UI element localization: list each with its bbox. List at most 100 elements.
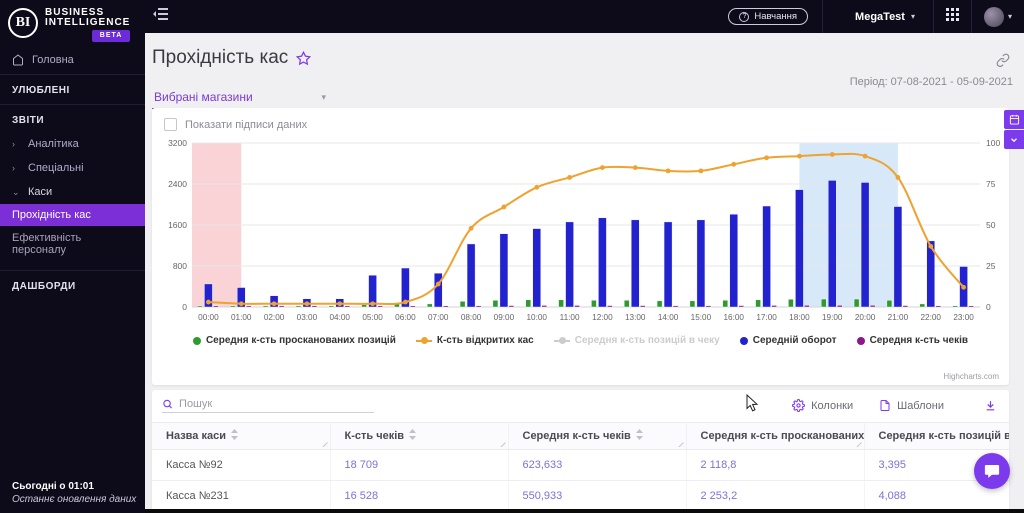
logo[interactable]: BI BUSINESS INTELLIGENCE BETA bbox=[0, 0, 145, 42]
sidebar-section-dashboards: ДАШБОРДИ bbox=[12, 281, 76, 292]
divider bbox=[0, 104, 145, 105]
download-button[interactable] bbox=[984, 399, 997, 412]
cell-receipts-count[interactable]: 16 528 bbox=[330, 480, 509, 512]
home-icon bbox=[13, 54, 23, 66]
chart-legend: Середня к-сть просканованих позицій К-ст… bbox=[152, 335, 1009, 346]
svg-text:10:00: 10:00 bbox=[527, 313, 548, 322]
sort-icon[interactable] bbox=[635, 429, 643, 443]
divider bbox=[970, 0, 972, 33]
legend-item-average-receipts[interactable]: Середня к-сть чеків bbox=[856, 335, 968, 346]
legend-item-scanned-positions[interactable]: Середня к-сть просканованих позицій bbox=[192, 335, 396, 346]
svg-text:1600: 1600 bbox=[168, 220, 187, 230]
chat-widget-button[interactable] bbox=[974, 453, 1010, 489]
favorite-star-icon[interactable] bbox=[296, 50, 312, 66]
sidebar-item-cash-traffic-active[interactable]: Прохідність кас bbox=[0, 204, 145, 226]
svg-text:23:00: 23:00 bbox=[953, 313, 974, 322]
chart-settings-button[interactable] bbox=[1004, 110, 1024, 129]
templates-button-label: Шаблони bbox=[897, 399, 944, 412]
columns-button-label: Колонки bbox=[811, 399, 854, 412]
file-icon bbox=[880, 400, 890, 411]
sidebar-item-label: Головна bbox=[32, 54, 74, 66]
column-header-receipts-count[interactable]: К-сть чеків bbox=[330, 422, 509, 450]
templates-button[interactable]: Шаблони bbox=[879, 399, 944, 412]
columns-button[interactable]: Колонки bbox=[792, 399, 853, 412]
svg-text:22:00: 22:00 bbox=[921, 313, 942, 322]
table-row[interactable]: Касса №231 16 528 550,933 2 253,2 4,088 bbox=[152, 480, 1009, 512]
traffic-chart: 0 800 1600 2400 3200 0 25 50 75 100 00:00 01:00 02:0… bbox=[168, 138, 1000, 322]
menu-fold-icon bbox=[153, 8, 168, 20]
sidebar-item-label: Ефективність персоналу bbox=[12, 232, 82, 256]
menu-collapse-button[interactable] bbox=[153, 7, 169, 26]
download-icon bbox=[986, 401, 995, 411]
chevron-down-icon: ⌄ bbox=[12, 186, 20, 197]
beta-badge: BETA bbox=[91, 30, 131, 42]
sidebar: BI BUSINESS INTELLIGENCE BETA Головна УЛ… bbox=[0, 0, 145, 513]
table-header-row: Назва каси К-сть чеків Середня к-сть чек… bbox=[152, 422, 1009, 450]
svg-text:100: 100 bbox=[986, 138, 1000, 148]
svg-text:06:00: 06:00 bbox=[395, 313, 416, 322]
topbar: ? Навчання MegaTest ▾ ▾ bbox=[145, 0, 1024, 33]
training-button-label: Навчання bbox=[754, 11, 798, 22]
legend-marker-icon bbox=[739, 336, 748, 345]
highcharts-watermark: Highcharts.com bbox=[943, 372, 999, 381]
training-button[interactable]: ? Навчання bbox=[728, 8, 809, 25]
svg-text:03:00: 03:00 bbox=[297, 313, 318, 322]
page-title: Прохідність кас bbox=[152, 47, 289, 68]
table-panel: Колонки Шаблони Назва каси К-ст bbox=[152, 390, 1009, 513]
svg-text:07:00: 07:00 bbox=[428, 313, 449, 322]
chevron-down-icon[interactable]: ▾ bbox=[1008, 12, 1012, 21]
apps-grid-button[interactable] bbox=[945, 7, 959, 26]
app-window: BI BUSINESS INTELLIGENCE BETA Головна УЛ… bbox=[0, 0, 1024, 513]
sidebar-item-kasy[interactable]: ⌄ Каси bbox=[0, 180, 145, 204]
apps-grid-icon bbox=[945, 7, 959, 21]
svg-text:13:00: 13:00 bbox=[625, 313, 646, 322]
cell-avg-scanned[interactable]: 2 118,8 bbox=[686, 449, 865, 481]
sidebar-item-label: Прохідність кас bbox=[12, 209, 91, 221]
legend-label: Середній оборот bbox=[752, 335, 837, 346]
chevron-down-icon bbox=[1011, 137, 1017, 142]
legend-item-positions-per-receipt[interactable]: Середня к-сть позицій в чеку bbox=[553, 335, 720, 346]
svg-text:0: 0 bbox=[986, 302, 991, 312]
store-filter-dropdown[interactable]: Вибрані магазини ▾ bbox=[152, 88, 330, 109]
avatar[interactable] bbox=[983, 6, 1004, 27]
sort-icon[interactable] bbox=[230, 429, 238, 443]
sidebar-section-reports: ЗВІТИ bbox=[12, 115, 45, 126]
sidebar-item-label: Каси bbox=[28, 186, 53, 198]
sidebar-item-special[interactable]: › Спеціальні bbox=[0, 156, 145, 180]
sidebar-section-favorites: УЛЮБЛЕНІ bbox=[12, 85, 70, 96]
collapse-panel-button[interactable] bbox=[1004, 130, 1024, 149]
search-icon bbox=[163, 399, 173, 409]
column-resize-handle[interactable] bbox=[320, 440, 328, 447]
chevron-right-icon: › bbox=[12, 139, 15, 149]
column-header-avg-scanned-positions[interactable]: Середня к-сть просканованих позицій bbox=[686, 422, 865, 450]
divider bbox=[0, 270, 145, 271]
legend-item-average-turnover[interactable]: Середній оборот bbox=[739, 335, 837, 346]
sidebar-item-home[interactable]: Головна bbox=[0, 48, 145, 72]
svg-text:04:00: 04:00 bbox=[330, 313, 351, 322]
column-header-register-name[interactable]: Назва каси bbox=[152, 422, 331, 450]
sort-icon[interactable] bbox=[409, 429, 417, 443]
legend-label: Середня к-сть просканованих позицій bbox=[205, 335, 396, 346]
svg-text:12:00: 12:00 bbox=[592, 313, 613, 322]
search-input[interactable] bbox=[179, 398, 374, 410]
column-resize-handle[interactable] bbox=[676, 440, 684, 447]
cell-receipts-count[interactable]: 18 709 bbox=[330, 449, 509, 481]
column-resize-handle[interactable] bbox=[498, 440, 506, 447]
share-link-button[interactable] bbox=[996, 53, 1010, 72]
column-header-avg-receipts[interactable]: Середня к-сть чеків bbox=[508, 422, 687, 450]
cell-avg-receipts[interactable]: 623,633 bbox=[508, 449, 687, 481]
column-header-avg-positions-per-receipt[interactable]: Середня к-сть позицій в чеку bbox=[864, 422, 1009, 450]
show-data-labels-checkbox[interactable] bbox=[164, 118, 177, 131]
chevron-down-icon[interactable]: ▾ bbox=[911, 12, 915, 21]
chart-panel: Показати підписи даних 0 800 1600 2400 3200 0… bbox=[152, 108, 1009, 385]
legend-label: К-сть відкритих кас bbox=[436, 335, 534, 346]
tenant-dropdown[interactable]: MegaTest bbox=[823, 11, 911, 23]
sidebar-item-staff-efficiency[interactable]: Ефективність персоналу bbox=[0, 226, 145, 262]
sidebar-item-analytics[interactable]: › Аналітика bbox=[0, 132, 145, 156]
cell-avg-receipts[interactable]: 550,933 bbox=[508, 480, 687, 512]
svg-text:25: 25 bbox=[986, 261, 996, 271]
svg-text:08:00: 08:00 bbox=[461, 313, 482, 322]
table-row[interactable]: Касса №92 18 709 623,633 2 118,8 3,395 bbox=[152, 449, 1009, 481]
legend-item-open-registers[interactable]: К-сть відкритих кас bbox=[415, 335, 534, 346]
cell-avg-scanned[interactable]: 2 253,2 bbox=[686, 480, 865, 512]
